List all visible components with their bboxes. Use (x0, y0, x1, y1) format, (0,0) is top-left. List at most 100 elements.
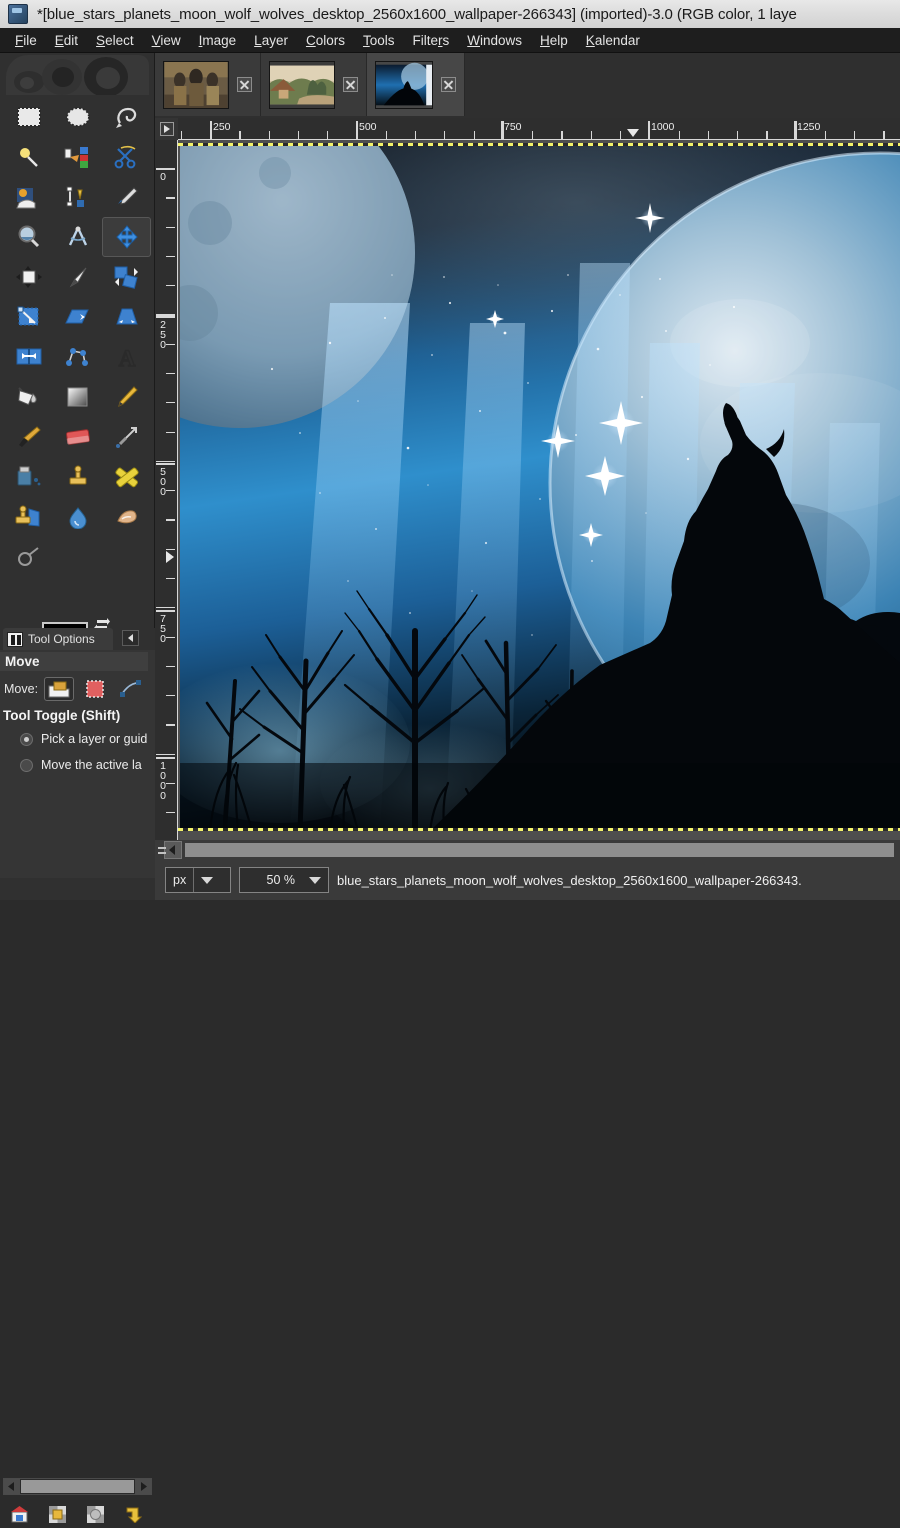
tool-options-dock: Tool Options Move Move: Tool Toggle (Shi… (0, 628, 155, 1523)
scissors-select-tool[interactable] (102, 137, 151, 177)
menu-edit[interactable]: Edit (46, 30, 87, 51)
quickmask-toggle[interactable] (155, 840, 169, 860)
gimp-main-window: *[blue_stars_planets_moon_wolf_wolves_de… (0, 0, 900, 1523)
tool-options-icon (7, 631, 23, 647)
device-status-icon[interactable] (0, 1500, 38, 1528)
dodge-burn-tool[interactable] (4, 537, 53, 577)
smudge-tool[interactable] (102, 497, 151, 537)
menu-kalendar[interactable]: Kalendar (577, 30, 649, 51)
paths-tool[interactable] (53, 177, 102, 217)
menu-filters[interactable]: Filters (403, 30, 458, 51)
menu-select[interactable]: Select (87, 30, 143, 51)
rect-select-tool[interactable] (4, 97, 53, 137)
image-tab-1[interactable] (155, 53, 261, 116)
menu-help[interactable]: Help (531, 30, 577, 51)
unit-dropdown-arrow-icon[interactable] (194, 876, 220, 884)
tool-toggle-header: Tool Toggle (Shift) (3, 708, 121, 723)
menu-view[interactable]: View (143, 30, 190, 51)
menu-tools[interactable]: Tools (354, 30, 404, 51)
blur-sharpen-tool[interactable] (53, 497, 102, 537)
menu-layer[interactable]: Layer (245, 30, 297, 51)
close-tab-2-icon[interactable] (343, 77, 358, 92)
measure-tool[interactable] (53, 217, 102, 257)
save-tool-options-icon[interactable] (38, 1500, 76, 1528)
gradient-tool[interactable] (53, 377, 102, 417)
hruler-label-1000: 1000 (651, 121, 675, 133)
airbrush-tool[interactable] (102, 417, 151, 457)
ink-tool[interactable] (4, 457, 53, 497)
scroll-right-button[interactable] (135, 1479, 151, 1494)
restore-tool-options-icon[interactable] (76, 1500, 114, 1528)
perspective-tool[interactable] (102, 297, 151, 337)
vruler-label-0: 0 (157, 171, 169, 181)
free-select-tool[interactable] (102, 97, 151, 137)
image-canvas-area[interactable] (178, 140, 900, 840)
rotate-tool[interactable] (102, 257, 151, 297)
text-tool[interactable]: A (102, 337, 151, 377)
crop-tool[interactable] (53, 257, 102, 297)
gimp-wilber-icon (8, 4, 28, 24)
cage-transform-tool[interactable] (53, 337, 102, 377)
image-tab-2[interactable] (261, 53, 367, 116)
fuzzy-select-tool[interactable] (4, 137, 53, 177)
tool-options-horizontal-scrollbar[interactable] (3, 1478, 152, 1495)
image-canvas[interactable] (180, 143, 900, 831)
clone-tool[interactable] (53, 457, 102, 497)
tool-slot-empty-2 (102, 537, 151, 577)
foreground-select-tool[interactable] (4, 177, 53, 217)
ruler-origin-button[interactable] (155, 118, 178, 140)
move-tool[interactable] (102, 217, 151, 257)
flip-tool[interactable] (4, 337, 53, 377)
eraser-tool[interactable] (53, 417, 102, 457)
bucket-fill-tool[interactable] (4, 377, 53, 417)
move-path-mode-button[interactable] (116, 677, 146, 701)
shear-tool[interactable] (53, 297, 102, 337)
select-by-color-tool[interactable] (53, 137, 102, 177)
horizontal-ruler[interactable]: 250 500 750 1000 1250 (178, 118, 900, 140)
svg-text:A: A (118, 346, 135, 369)
radio-label: Pick a layer or guid (41, 732, 148, 746)
move-selection-mode-button[interactable] (80, 677, 110, 701)
hruler-label-750: 750 (504, 121, 522, 133)
vruler-position-marker (166, 551, 174, 563)
ellipse-select-tool[interactable] (53, 97, 102, 137)
menu-file[interactable]: File (6, 30, 46, 51)
radio-button (20, 758, 33, 772)
heal-tool[interactable] (102, 457, 151, 497)
pencil-tool[interactable] (102, 377, 151, 417)
move-layer-mode-button[interactable] (44, 677, 75, 701)
close-tab-1-icon[interactable] (237, 77, 252, 92)
zoom-selector[interactable]: 50 % (239, 867, 329, 893)
menu-windows[interactable]: Windows (458, 30, 531, 51)
close-tab-3-icon[interactable] (441, 77, 456, 92)
scale-tool[interactable] (4, 297, 53, 337)
thumbnail-blue-wolf-moon (375, 60, 433, 109)
tool-toggle-option-move-active-layer[interactable]: Move the active la (20, 758, 142, 772)
wilber-drop-area (6, 55, 149, 95)
reset-tool-options-icon[interactable] (114, 1500, 152, 1528)
alignment-tool[interactable] (4, 257, 53, 297)
status-message: blue_stars_planets_moon_wolf_wolves_desk… (337, 872, 802, 888)
window-titlebar: *[blue_stars_planets_moon_wolf_wolves_de… (0, 0, 900, 29)
tool-slot-empty-1 (53, 537, 102, 577)
menu-image[interactable]: Image (190, 30, 246, 51)
zoom-tool[interactable] (4, 217, 53, 257)
tool-options-tab[interactable]: Tool Options (3, 628, 113, 650)
perspective-clone-tool[interactable] (4, 497, 53, 537)
scroll-thumb[interactable] (185, 843, 894, 857)
color-picker-tool[interactable] (102, 177, 151, 217)
tool-toggle-option-pick-layer[interactable]: Pick a layer or guid (20, 732, 147, 746)
image-tab-3[interactable] (367, 53, 465, 116)
canvas-horizontal-scrollbar[interactable] (155, 840, 900, 860)
scroll-left-button[interactable] (4, 1479, 20, 1494)
menu-colors[interactable]: Colors (297, 30, 354, 51)
dock-menu-button[interactable] (122, 630, 139, 646)
scroll-thumb[interactable] (21, 1480, 134, 1493)
paintbrush-tool[interactable] (4, 417, 53, 457)
vertical-ruler[interactable]: 0 250 500 750 1000 (155, 140, 178, 840)
selection-border-top (178, 143, 900, 146)
tool-options-button-bar (0, 1500, 155, 1528)
zoom-dropdown-arrow-icon[interactable] (302, 876, 328, 884)
window-title: *[blue_stars_planets_moon_wolf_wolves_de… (37, 5, 797, 23)
unit-selector[interactable]: px (165, 867, 231, 893)
